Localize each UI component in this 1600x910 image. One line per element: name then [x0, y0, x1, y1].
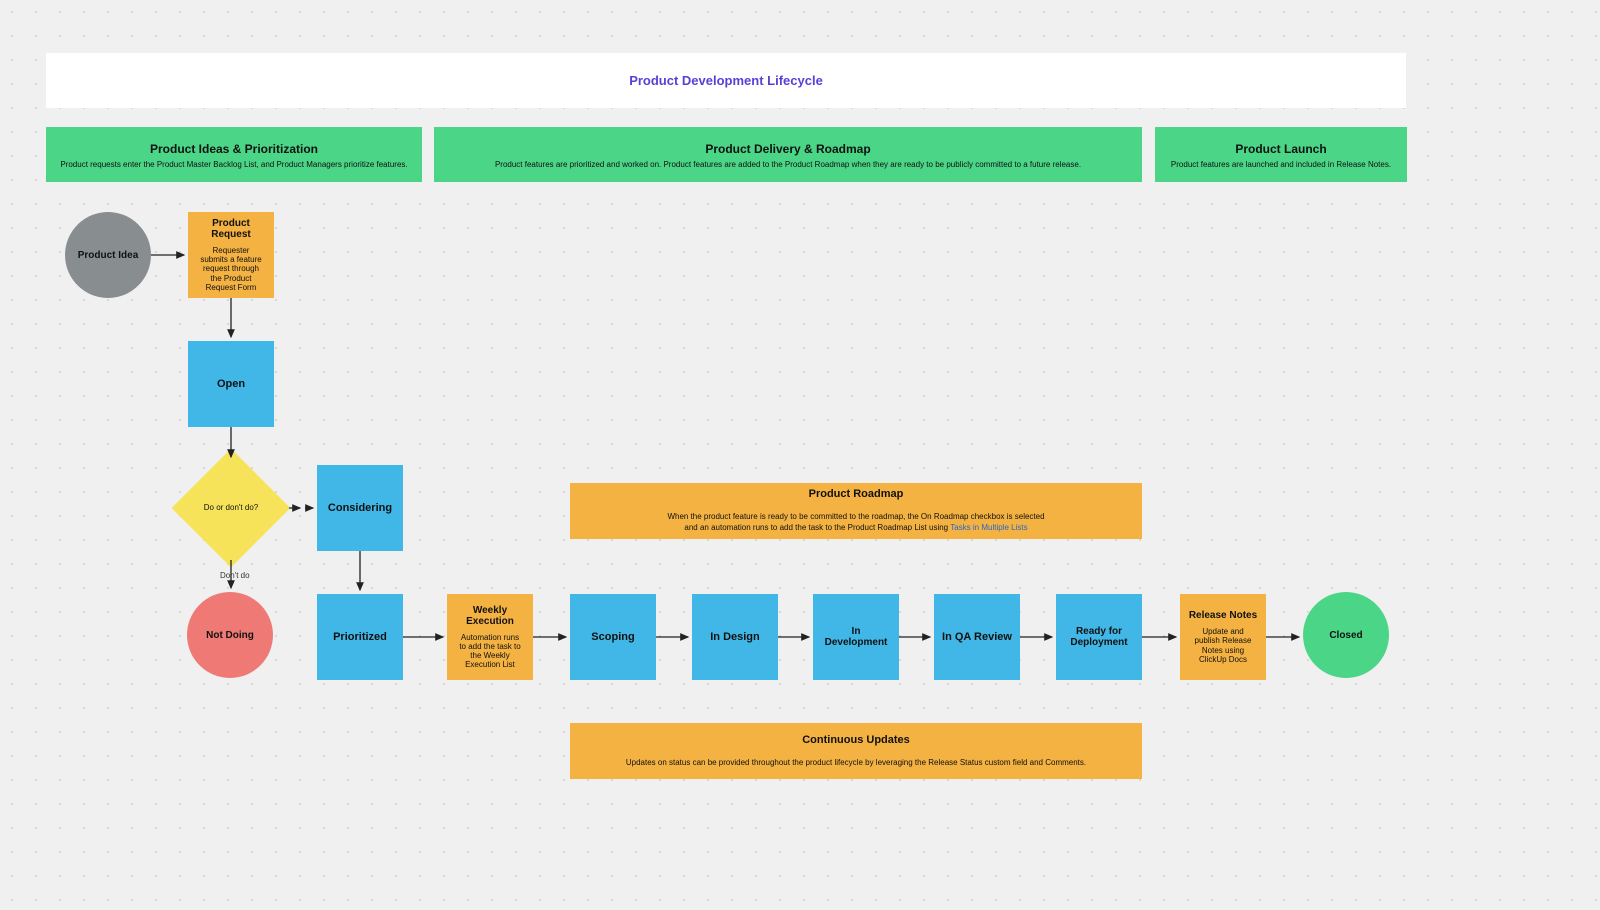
node-product-idea[interactable]: Product Idea	[65, 212, 151, 298]
node-open-label: Open	[217, 378, 245, 390]
panel-roadmap-title: Product Roadmap	[584, 488, 1128, 500]
node-release-title: Release Notes	[1189, 610, 1257, 621]
node-decision-label: Do or don't do?	[189, 503, 273, 512]
panel-roadmap-sub-a: When the product feature is ready to be …	[667, 512, 1044, 521]
phase-launch-title: Product Launch	[1169, 142, 1393, 156]
title-banner: Product Development Lifecycle	[46, 53, 1406, 108]
panel-roadmap-link[interactable]: Tasks in Multiple Lists	[950, 523, 1027, 532]
node-prioritized[interactable]: Prioritized	[317, 594, 403, 680]
phase-delivery-sub: Product features are prioritized and wor…	[448, 160, 1128, 170]
node-closed[interactable]: Closed	[1303, 592, 1389, 678]
node-considering-label: Considering	[328, 502, 392, 514]
phase-launch: Product Launch Product features are laun…	[1155, 127, 1407, 182]
panel-continuous: Continuous Updates Updates on status can…	[570, 723, 1142, 779]
panel-roadmap: Product Roadmap When the product feature…	[570, 483, 1142, 539]
node-weekly-sub: Automation runs to add the task to the W…	[453, 633, 527, 670]
node-decision[interactable]: Do or don't do?	[189, 466, 273, 550]
node-scoping-label: Scoping	[591, 631, 634, 643]
phase-delivery: Product Delivery & Roadmap Product featu…	[434, 127, 1142, 182]
node-weekly-execution[interactable]: Weekly Execution Automation runs to add …	[447, 594, 533, 680]
node-in-qa[interactable]: In QA Review	[934, 594, 1020, 680]
node-release-sub: Update and publish Release Notes using C…	[1186, 627, 1260, 664]
node-product-request-title: Product Request	[194, 218, 268, 240]
node-not-doing[interactable]: Not Doing	[187, 592, 273, 678]
node-closed-label: Closed	[1329, 630, 1362, 641]
node-prioritized-label: Prioritized	[333, 631, 387, 643]
node-not-doing-label: Not Doing	[206, 630, 254, 641]
node-in-dev-label: In Development	[819, 626, 893, 648]
node-scoping[interactable]: Scoping	[570, 594, 656, 680]
diagram-canvas[interactable]: Product Development Lifecycle Product Id…	[0, 0, 1600, 910]
edge-label-dont-do: Don't do	[220, 571, 250, 580]
panel-roadmap-sub-b: and an automation runs to add the task t…	[684, 523, 950, 532]
title-text: Product Development Lifecycle	[629, 73, 823, 88]
node-in-qa-label: In QA Review	[942, 631, 1012, 643]
node-considering[interactable]: Considering	[317, 465, 403, 551]
phase-launch-sub: Product features are launched and includ…	[1169, 160, 1393, 170]
node-product-request[interactable]: Product Request Requester submits a feat…	[188, 212, 274, 298]
node-in-design[interactable]: In Design	[692, 594, 778, 680]
node-product-idea-label: Product Idea	[78, 250, 139, 261]
panel-continuous-sub: Updates on status can be provided throug…	[584, 758, 1128, 769]
node-ready-label: Ready for Deployment	[1062, 626, 1136, 648]
node-open[interactable]: Open	[188, 341, 274, 427]
node-in-design-label: In Design	[710, 631, 760, 643]
node-in-development[interactable]: In Development	[813, 594, 899, 680]
node-product-request-sub: Requester submits a feature request thro…	[194, 246, 268, 292]
phase-delivery-title: Product Delivery & Roadmap	[448, 142, 1128, 156]
phase-ideas: Product Ideas & Prioritization Product r…	[46, 127, 422, 182]
node-release-notes[interactable]: Release Notes Update and publish Release…	[1180, 594, 1266, 680]
node-ready-deploy[interactable]: Ready for Deployment	[1056, 594, 1142, 680]
node-weekly-title: Weekly Execution	[453, 605, 527, 627]
phase-ideas-title: Product Ideas & Prioritization	[60, 142, 408, 156]
panel-continuous-title: Continuous Updates	[584, 734, 1128, 746]
phase-ideas-sub: Product requests enter the Product Maste…	[60, 160, 408, 170]
